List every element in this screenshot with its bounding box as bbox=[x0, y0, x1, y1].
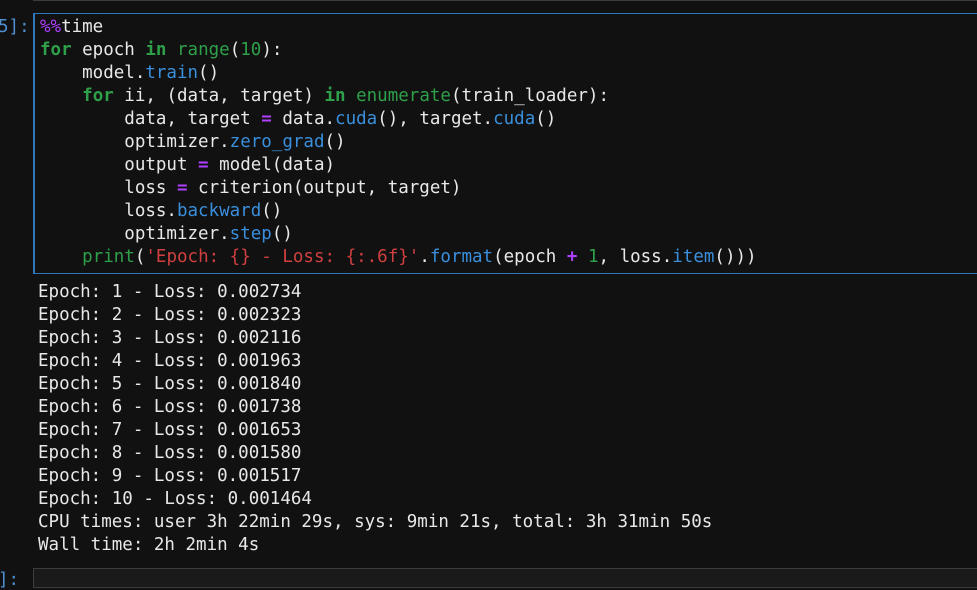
code-token: time bbox=[61, 17, 104, 37]
code-token: optimizer. bbox=[40, 132, 230, 152]
code-token: optimizer. bbox=[40, 224, 230, 244]
code-token: ): bbox=[261, 40, 283, 60]
code-token: loss bbox=[40, 178, 177, 198]
code-token: data. bbox=[271, 109, 336, 129]
code-token: = bbox=[198, 155, 209, 175]
next-code-cell[interactable] bbox=[33, 568, 977, 588]
code-token: print bbox=[82, 247, 135, 267]
code-token: enumerate bbox=[356, 86, 451, 106]
output-line: Epoch: 5 - Loss: 0.001840 bbox=[38, 374, 302, 394]
code-token: () bbox=[535, 109, 557, 129]
code-line: loss.backward() bbox=[40, 200, 757, 223]
code-token: 1 bbox=[587, 247, 599, 267]
previous-cell-border bbox=[33, 0, 977, 3]
next-cell-prompt: ]: bbox=[0, 570, 20, 590]
code-token: () bbox=[324, 132, 346, 152]
code-line: output = model(data) bbox=[40, 154, 757, 177]
cell-output: Epoch: 1 - Loss: 0.002734 Epoch: 2 - Loss… bbox=[38, 281, 712, 557]
output-line: Epoch: 1 - Loss: 0.002734 bbox=[38, 282, 302, 302]
code-token: + bbox=[566, 247, 578, 267]
code-token: data, target bbox=[40, 109, 262, 129]
code-token: model(data) bbox=[208, 155, 336, 175]
code-token: 10 bbox=[240, 40, 262, 60]
code-token: output bbox=[40, 155, 199, 175]
output-line: CPU times: user 3h 22min 29s, sys: 9min … bbox=[38, 512, 713, 532]
output-line: Epoch: 8 - Loss: 0.001580 bbox=[38, 443, 302, 463]
code-token: cuda bbox=[493, 109, 536, 129]
code-token: 'Epoch: {} - Loss: {:.6f}' bbox=[145, 247, 420, 267]
code-line: print('Epoch: {} - Loss: {:.6f}'.format(… bbox=[40, 246, 757, 269]
code-token: (epoch bbox=[493, 247, 567, 267]
code-line: %%time bbox=[40, 16, 757, 39]
code-token: = bbox=[176, 178, 188, 198]
code-line: optimizer.zero_grad() bbox=[40, 131, 757, 154]
cell-prompt: 5]: bbox=[0, 17, 30, 37]
code-token: in bbox=[145, 40, 167, 60]
code-token: train bbox=[145, 63, 199, 83]
code-token: (train_loader): bbox=[450, 86, 609, 106]
output-line: Epoch: 6 - Loss: 0.001738 bbox=[38, 397, 302, 417]
code-token: ( bbox=[134, 247, 146, 267]
code-token: . bbox=[419, 247, 430, 267]
code-token: ( bbox=[229, 40, 241, 60]
code-token: %% bbox=[40, 17, 62, 37]
code-line: for epoch in range(10): bbox=[40, 39, 757, 62]
code-token: format bbox=[429, 247, 494, 267]
code-token: criterion(output, target) bbox=[187, 178, 462, 198]
code-line: data, target = data.cuda(), target.cuda(… bbox=[40, 108, 757, 131]
code-line: loss = criterion(output, target) bbox=[40, 177, 757, 200]
code-token: for bbox=[40, 40, 72, 60]
output-line: Epoch: 7 - Loss: 0.001653 bbox=[38, 420, 302, 440]
code-token: (), target. bbox=[377, 109, 494, 129]
code-token: item bbox=[672, 247, 715, 267]
output-line: Epoch: 3 - Loss: 0.002116 bbox=[38, 328, 302, 348]
output-line: Epoch: 2 - Loss: 0.002323 bbox=[38, 305, 302, 325]
code-token: model. bbox=[40, 63, 146, 83]
code-token: ())) bbox=[714, 247, 757, 267]
code-token: () bbox=[261, 201, 283, 221]
code-line: for ii, (data, target) in enumerate(trai… bbox=[40, 85, 757, 108]
code-line: model.train() bbox=[40, 62, 757, 85]
output-line: Epoch: 9 - Loss: 0.001517 bbox=[38, 466, 302, 486]
code-token: , loss. bbox=[598, 247, 673, 267]
code-token: = bbox=[261, 109, 272, 129]
code-editor[interactable]: %%time for epoch in range(10): model.trai… bbox=[40, 16, 757, 269]
output-line: Epoch: 10 - Loss: 0.001464 bbox=[38, 489, 312, 509]
output-line: Epoch: 4 - Loss: 0.001963 bbox=[38, 351, 302, 371]
code-token: () bbox=[198, 63, 220, 83]
output-line: Wall time: 2h 2min 4s bbox=[38, 535, 260, 555]
code-token: step bbox=[229, 224, 272, 244]
code-token: in bbox=[324, 86, 346, 106]
code-token: range bbox=[177, 40, 230, 60]
code-token: ii, (data, target) bbox=[113, 86, 325, 106]
code-token: cuda bbox=[335, 109, 378, 129]
code-token: backward bbox=[176, 201, 262, 221]
code-token: epoch bbox=[71, 40, 146, 60]
code-token: zero_grad bbox=[229, 132, 325, 152]
code-token: for bbox=[82, 86, 114, 106]
code-token: loss. bbox=[40, 201, 177, 221]
code-token: () bbox=[271, 224, 293, 244]
code-line: optimizer.step() bbox=[40, 223, 757, 246]
